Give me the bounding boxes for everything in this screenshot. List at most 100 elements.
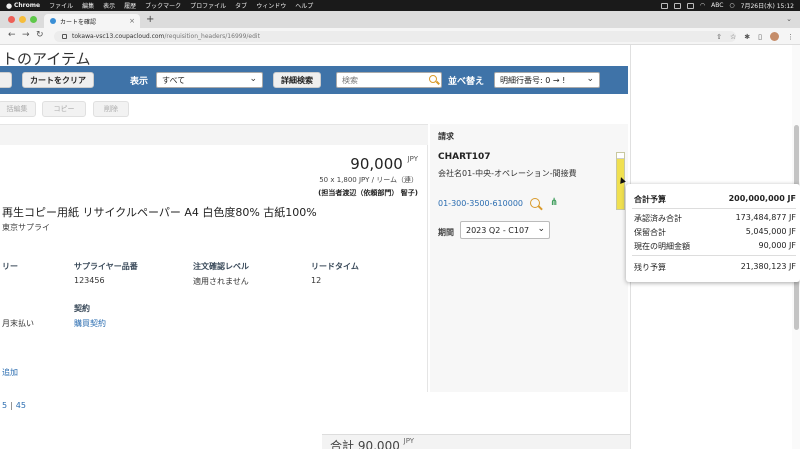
item-price-currency: JPY — [407, 155, 418, 163]
page-size-link[interactable]: 5 — [2, 401, 7, 410]
mac-menubar: ● Chrome ファイル 編集 表示 履歴 ブックマーク プロファイル タブ … — [0, 0, 800, 11]
browser-tabbar: カートを確認 × + ⌄ — [0, 11, 800, 28]
apple-icon[interactable]: ● — [4, 2, 14, 10]
delivery-label: リー — [2, 262, 18, 271]
forward-button[interactable]: → — [22, 30, 30, 40]
status-icon[interactable] — [673, 2, 681, 9]
budget-row-label: 承認済み合計 — [634, 214, 682, 223]
status-icon[interactable] — [660, 2, 668, 9]
cart-total-value: 90,000 — [357, 439, 400, 449]
maximize-window-button[interactable] — [30, 16, 37, 23]
pager-separator: | — [10, 401, 13, 410]
budget-row-label: 残り予算 — [634, 263, 666, 272]
bookmark-star-icon[interactable]: ☆ — [730, 33, 736, 41]
search-icon[interactable]: ○ — [729, 2, 734, 9]
item-header-strip — [0, 125, 428, 145]
battery-icon[interactable] — [686, 2, 694, 9]
sort-select[interactable]: 明細行番号: 0 → ! ⌄ — [494, 72, 600, 88]
contract-link[interactable]: 購買契約 — [74, 318, 106, 329]
chevron-down-icon: ⌄ — [586, 74, 594, 84]
toolbar-button-partial[interactable] — [0, 72, 12, 88]
search-icon[interactable] — [429, 75, 437, 83]
back-button[interactable]: ← — [8, 30, 16, 40]
item-requester: (担当者渡辺（依頼部門） 智子) — [318, 189, 418, 197]
search-input[interactable]: 検索 — [336, 72, 442, 88]
item-name[interactable]: 再生コピー用紙 リサイクルペーパー A4 白色度80% 古紙100% — [2, 204, 317, 220]
search-icon[interactable] — [530, 198, 540, 208]
chevron-down-icon[interactable]: ⌄ — [786, 15, 792, 23]
clock[interactable]: 7月26日(水) 15:12 — [741, 1, 794, 10]
reload-button[interactable]: ↻ — [36, 30, 44, 40]
contract-label: 契約 — [74, 304, 90, 313]
input-mode[interactable]: ABC — [711, 2, 723, 9]
chart-code: CHART107 — [438, 152, 491, 162]
share-icon[interactable]: ⇧ — [716, 33, 722, 41]
menu-help[interactable]: ヘルプ — [295, 1, 313, 10]
copy-button[interactable]: コピー — [42, 101, 86, 117]
lock-icon — [62, 34, 67, 39]
bulk-edit-button[interactable]: 括編集 — [0, 101, 36, 117]
supplier-part-label: サプライヤー品番 — [74, 262, 138, 271]
delete-button[interactable]: 削除 — [93, 101, 129, 117]
menu-app[interactable]: Chrome — [14, 2, 40, 9]
profile-avatar[interactable] — [770, 32, 779, 41]
close-tab-icon[interactable]: × — [129, 17, 135, 25]
sort-select-value: 明細行番号: 0 → ! — [500, 75, 566, 85]
cart-total-currency: JPY — [403, 437, 415, 445]
billing-title: 請求 — [438, 132, 454, 141]
url-path: /requisition_headers/16999/edit — [164, 33, 260, 40]
clear-cart-button[interactable]: カートをクリア — [22, 72, 94, 88]
payment-terms-value: 月末払い — [2, 319, 34, 328]
chevron-down-icon: ⌄ — [537, 224, 545, 234]
divider — [632, 255, 796, 256]
lead-time-value: 12 — [311, 276, 322, 285]
minimize-window-button[interactable] — [19, 16, 26, 23]
item-supplier: 東京サプライ — [2, 223, 50, 232]
sidebar-icon[interactable]: ▯ — [758, 33, 762, 41]
menu-view[interactable]: 表示 — [103, 1, 115, 10]
wifi-icon[interactable]: ◠ — [700, 2, 705, 9]
menu-window[interactable]: ウィンドウ — [256, 1, 286, 10]
extensions-icon[interactable]: ✱ — [744, 33, 750, 41]
new-tab-button[interactable]: + — [146, 14, 154, 25]
more-menu-icon[interactable]: ⋮ — [787, 33, 794, 41]
budget-row-value: 90,000 JF — [758, 241, 797, 250]
tab-title: カートを確認 — [60, 18, 97, 26]
period-select[interactable]: 2023 Q2 - C107 ⌄ — [460, 221, 550, 239]
budget-row-label: 現在の明細金額 — [634, 242, 690, 251]
confirm-level-label: 注文確認レベル — [193, 262, 249, 271]
budget-row-remaining: 残り予算 21,380,123 JF — [634, 262, 796, 273]
view-select[interactable]: すべて ⌄ — [156, 72, 263, 88]
search-placeholder: 検索 — [342, 75, 358, 85]
cart-total-label: 合計 — [330, 439, 355, 449]
page-size-link[interactable]: 45 — [16, 401, 26, 410]
divider — [632, 208, 796, 209]
confirm-level-value: 適用されません — [193, 277, 249, 286]
account-tree-icon[interactable]: ⋔ — [550, 197, 558, 208]
menu-file[interactable]: ファイル — [49, 1, 73, 10]
menu-history[interactable]: 履歴 — [124, 1, 136, 10]
close-window-button[interactable] — [8, 16, 15, 23]
advanced-search-button[interactable]: 詳細検索 — [273, 72, 321, 88]
account-code-link[interactable]: 01-300-3500-610000 — [438, 199, 523, 208]
budget-row-current: 現在の明細金額 90,000 JF — [634, 241, 796, 252]
browser-tab[interactable]: カートを確認 × — [44, 14, 140, 28]
cart-toolbar: カートをクリア 表示 すべて ⌄ 詳細検索 検索 並べ替え 明細行番号: 0 →… — [0, 66, 628, 94]
lead-time-label: リードタイム — [311, 262, 359, 271]
sort-label: 並べ替え — [448, 77, 485, 87]
add-link[interactable]: 追加 — [2, 367, 18, 378]
menu-bookmarks[interactable]: ブックマーク — [145, 1, 181, 10]
menu-edit[interactable]: 編集 — [82, 1, 94, 10]
cart-total: 合計 90,000 JPY — [330, 437, 414, 449]
budget-row-value: 173,484,877 JF — [735, 213, 796, 222]
pagination: 5 | 45 — [2, 401, 26, 410]
period-label: 期間 — [438, 228, 454, 237]
billing-panel: 請求 CHART107 会社名01-中央-オペレーション-間接費 01-300-… — [430, 124, 628, 392]
budget-row-value: 200,000,000 JF — [728, 194, 796, 203]
menu-tab[interactable]: タブ — [235, 1, 247, 10]
chevron-down-icon: ⌄ — [249, 74, 257, 84]
favicon-icon — [50, 18, 56, 24]
menu-profiles[interactable]: プロファイル — [190, 1, 226, 10]
budget-row-pending: 保留合計 5,045,000 JF — [634, 227, 796, 238]
url-field[interactable]: tokawa-vsc13.coupacloud.com/requisition_… — [54, 31, 736, 42]
